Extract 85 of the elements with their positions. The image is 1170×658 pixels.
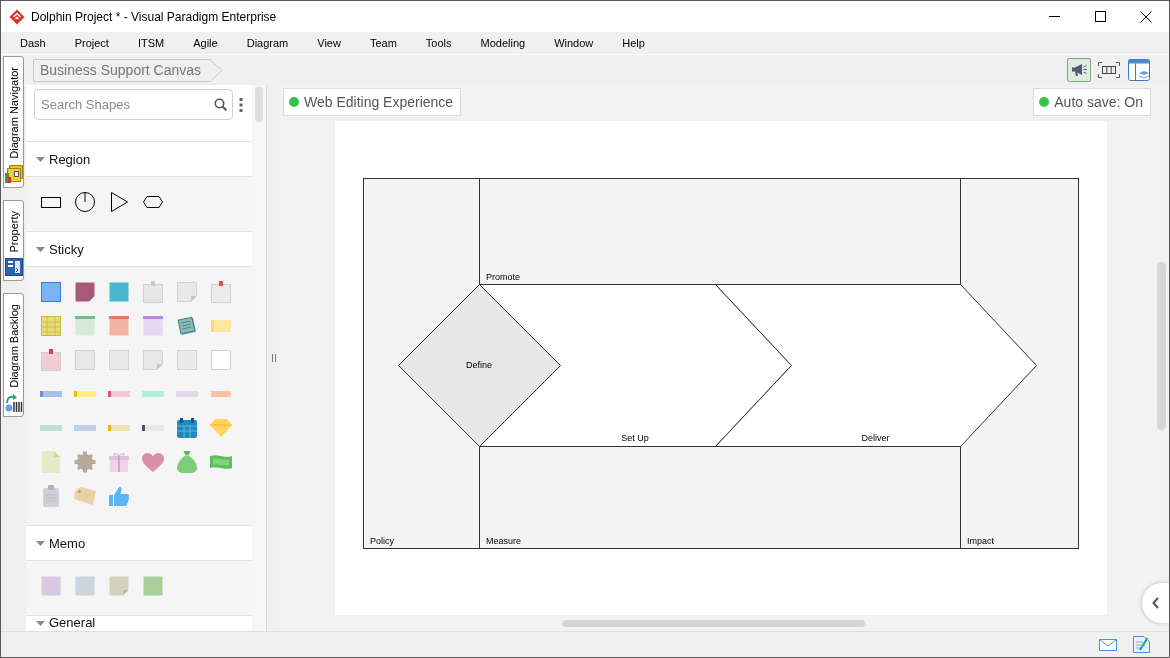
side-tab[interactable]: Diagram Navigator [3, 56, 24, 188]
menu-item[interactable]: Project [59, 34, 123, 52]
pinned-note-icon[interactable] [211, 281, 231, 303]
megaphone-icon [1071, 63, 1087, 77]
menu-item[interactable]: ITSM [122, 34, 179, 52]
circle-icon[interactable] [75, 192, 95, 212]
form-icon [4, 258, 23, 277]
side-tab-label: Diagram Navigator [7, 67, 20, 159]
breadcrumb-item[interactable]: Business Support Canvas [33, 58, 223, 82]
side-tab[interactable]: Diagram Backlog [3, 293, 24, 418]
toolbar-button[interactable] [1127, 58, 1151, 82]
scrollbar-thumb[interactable] [1157, 262, 1166, 430]
close-icon [1140, 10, 1152, 23]
menu-item[interactable]: Tools [410, 34, 466, 52]
section-header[interactable]: Region [26, 141, 252, 177]
scrollbar-thumb[interactable] [255, 87, 263, 122]
chevron-label: Set Up [621, 433, 649, 443]
mail-icon[interactable] [1099, 638, 1117, 651]
memo-note-icon[interactable] [109, 576, 129, 596]
menu-item[interactable]: Team [354, 34, 411, 52]
page-icon[interactable] [42, 451, 60, 473]
money-bag-icon[interactable] [177, 451, 197, 473]
menu-item[interactable]: Help [607, 34, 659, 52]
search-icon[interactable] [214, 98, 227, 111]
memo-note-icon[interactable] [75, 576, 95, 596]
tape-icon[interactable] [142, 425, 164, 431]
search-field[interactable]: Search Shapes [34, 89, 233, 120]
region-label: Impact [967, 536, 994, 546]
side-tab[interactable]: Property [3, 199, 24, 282]
region-label: Measure [486, 536, 521, 546]
note-edit-icon[interactable] [1133, 636, 1150, 653]
status-dot-icon [1039, 97, 1050, 107]
web-editing-button[interactable]: Web Editing Experience [283, 88, 462, 116]
hexagon-icon[interactable] [143, 196, 163, 208]
sticky-note-icon[interactable] [143, 316, 163, 336]
sticky-note-icon[interactable] [75, 282, 95, 302]
calendar-icon[interactable] [177, 418, 197, 438]
layout-icon [1128, 59, 1150, 81]
app-logo-icon [9, 8, 25, 25]
chevron-left-icon [1152, 597, 1159, 609]
menu-item[interactable]: Window [539, 34, 608, 52]
fit-screen-icon [1098, 62, 1120, 78]
side-tab-label: Property [7, 210, 20, 253]
section-header[interactable]: Memo [26, 525, 252, 561]
status-dot-icon [289, 97, 299, 107]
autosave-button[interactable]: Auto save: On [1033, 88, 1151, 116]
note-stack-icon[interactable] [177, 316, 197, 336]
section-header[interactable]: Sticky [26, 231, 252, 267]
region-label: Promote [486, 272, 520, 282]
tag-icon[interactable] [74, 487, 96, 505]
menu-item[interactable]: Diagram [231, 34, 303, 52]
thumbs-up-icon[interactable] [109, 486, 129, 506]
menu-item[interactable]: Modeling [465, 34, 540, 52]
maximize-icon [1094, 11, 1106, 22]
gift-icon[interactable] [109, 452, 129, 472]
banknote-icon[interactable] [210, 454, 232, 470]
section-header[interactable]: General [26, 615, 252, 630]
chevron-label: Deliver [861, 433, 890, 443]
heart-icon[interactable] [142, 452, 164, 472]
rectangle-icon[interactable] [41, 196, 61, 208]
triangle-icon[interactable] [110, 192, 128, 212]
menu-item[interactable]: Agile [178, 34, 232, 52]
folder-stack-icon [4, 164, 23, 183]
menu-item[interactable]: Dash [5, 34, 60, 52]
memo-note-icon[interactable] [41, 576, 61, 596]
gem-icon[interactable] [210, 419, 232, 437]
toolbar-button[interactable] [1067, 58, 1091, 82]
more-icon[interactable] [239, 98, 243, 112]
pinned-note-icon[interactable] [41, 349, 61, 371]
sticky-note-icon[interactable] [75, 316, 95, 336]
collapse-button[interactable] [1142, 583, 1169, 623]
clipboard-icon[interactable] [43, 485, 59, 507]
window-title: Dolphin Project * - Visual Paradigm Enterprise [31, 9, 277, 24]
scrollbar-thumb[interactable] [562, 620, 865, 627]
sticky-note-icon[interactable] [41, 282, 61, 302]
minimize-icon [1048, 16, 1060, 17]
region-label: Policy [370, 536, 394, 546]
arrow-bars-icon [4, 394, 23, 413]
sticky-note-icon[interactable] [109, 316, 129, 336]
memo-note-icon[interactable] [143, 576, 163, 596]
gear-icon[interactable] [74, 451, 96, 473]
side-tab-label: Diagram Backlog [7, 304, 20, 389]
diamond-label: Define [466, 360, 492, 370]
menu-item[interactable]: View [302, 34, 355, 52]
grip-icon[interactable] [271, 354, 276, 362]
